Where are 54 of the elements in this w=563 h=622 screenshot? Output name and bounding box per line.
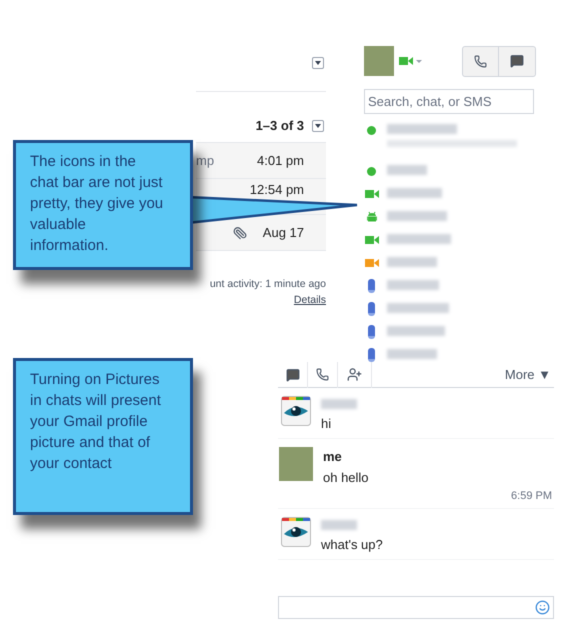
chat-bubble-icon <box>510 54 524 68</box>
sender-name: me <box>323 448 343 466</box>
mobile-phone-icon <box>368 302 375 316</box>
callout-tooltip: The icons in the chat bar are not just pretty, they give you valuable information. <box>13 140 193 270</box>
details-link[interactable]: Details <box>294 292 326 308</box>
dropdown-button[interactable] <box>312 57 324 69</box>
smiley-icon[interactable] <box>535 600 550 614</box>
blurred-sender-name <box>321 399 357 409</box>
phone-icon <box>316 368 329 381</box>
message-text: what's up? <box>321 536 383 554</box>
photo-placeholder <box>279 446 313 480</box>
eye-avatar-icon <box>281 396 311 426</box>
message-time: 6:59 PM <box>511 488 553 504</box>
call-button[interactable] <box>462 46 499 76</box>
video-camera-icon <box>364 190 378 198</box>
blurred-sender-name <box>321 520 357 530</box>
message-input-field[interactable] <box>278 596 554 618</box>
blurred-name <box>387 257 437 267</box>
video-camera-icon <box>399 57 413 65</box>
add-person-icon <box>347 367 362 382</box>
blurred-name <box>387 234 451 244</box>
email-time: 4:01 pm <box>257 152 304 170</box>
dropdown-button[interactable] <box>312 120 324 132</box>
caret-icon[interactable] <box>416 60 422 62</box>
android-robot-icon <box>366 211 376 223</box>
blurred-name <box>387 211 447 221</box>
mobile-phone-icon <box>368 279 375 293</box>
video-camera-icon <box>364 236 378 244</box>
account-activity-text: unt activity: 1 minute ago <box>210 277 326 292</box>
blurred-name <box>387 303 449 313</box>
email-row[interactable]: mp 4:01 pm <box>196 143 326 179</box>
blurred-name <box>387 124 457 134</box>
chat-bubble-icon <box>286 368 300 382</box>
message-text: hi <box>321 415 332 433</box>
search-field[interactable]: Search, chat, or SMS <box>364 89 534 114</box>
more-menu[interactable]: More ▼ <box>504 364 554 384</box>
email-row[interactable]: Aug 17 <box>196 215 326 251</box>
callout-tooltip: Turning on Pictures in chats will present your Gmail profile picture and that of your contact <box>13 358 193 515</box>
blurred-name <box>387 165 427 175</box>
blurred-name <box>387 326 445 336</box>
email-snippet: mp <box>196 152 214 170</box>
video-camera-icon <box>364 259 378 267</box>
message-text: oh hello <box>323 469 369 487</box>
email-time: 12:54 pm <box>250 181 304 199</box>
chat-button[interactable] <box>499 46 536 76</box>
pager-text: 1–3 of 3 <box>256 117 304 136</box>
mobile-phone-icon <box>368 348 375 362</box>
phone-icon <box>474 54 487 68</box>
blurred-name <box>387 188 442 198</box>
eye-avatar-icon <box>281 517 311 547</box>
blurred-name <box>387 280 439 290</box>
blurred-name <box>387 349 437 359</box>
mobile-phone-icon <box>368 325 375 339</box>
email-time: Aug 17 <box>262 224 304 242</box>
